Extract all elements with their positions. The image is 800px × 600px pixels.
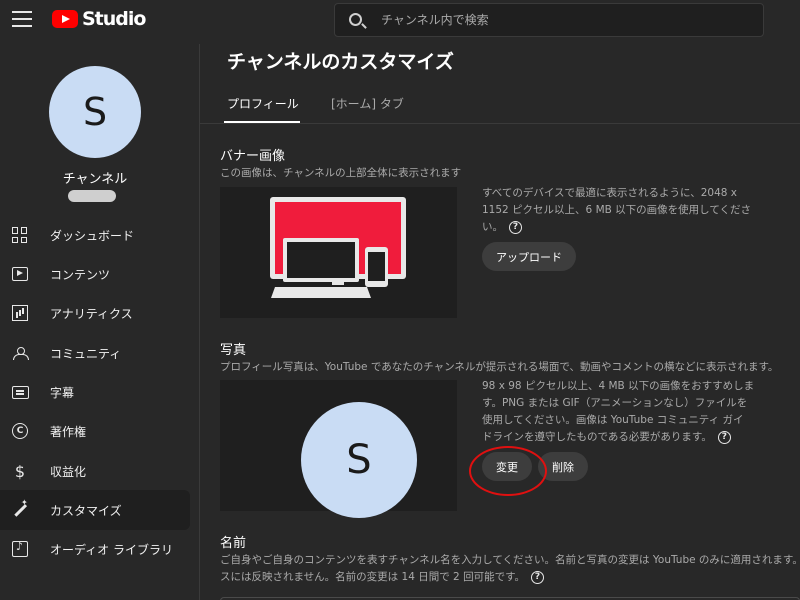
sidebar-item-label: 著作権 xyxy=(50,424,87,439)
menu-icon[interactable] xyxy=(12,11,32,29)
community-icon xyxy=(11,344,29,362)
name-section-description-2: スには反映されません。名前の変更は 14 日間で 2 回可能です。? xyxy=(220,569,545,584)
photo-help-line: ドラインを遵守したものである必要があります。? xyxy=(482,429,782,446)
subtitles-icon xyxy=(11,383,29,401)
sidebar-item-customization[interactable]: カスタマイズ xyxy=(0,490,190,530)
content-icon xyxy=(11,265,29,283)
youtube-studio-logo[interactable]: Studio xyxy=(52,8,146,30)
sidebar-item-community[interactable]: コミュニティ xyxy=(0,333,190,373)
main-content: チャンネルのカスタマイズ プロフィール [ホーム] タブ バナー画像 この画像は… xyxy=(200,44,800,600)
photo-section-description: プロフィール写真は、YouTube であなたのチャンネルが提示される場面で、動画… xyxy=(220,361,779,373)
search-bar[interactable] xyxy=(334,3,764,37)
sidebar-item-monetization[interactable]: $ 収益化 xyxy=(0,451,190,491)
search-input[interactable] xyxy=(381,4,751,36)
help-icon[interactable]: ? xyxy=(531,570,545,584)
monetization-icon: $ xyxy=(14,461,26,481)
device-illustration-icon xyxy=(270,197,406,298)
sidebar-item-copyright[interactable]: C 著作権 xyxy=(0,411,190,451)
tabs-divider xyxy=(200,123,800,124)
channel-handle-redacted xyxy=(68,190,116,202)
channel-label: チャンネル xyxy=(62,172,128,187)
sidebar-item-label: コンテンツ xyxy=(50,267,111,282)
name-section-description: ご自身やご自身のコンテンツを表すチャンネル名を入力してください。名前と写真の変更… xyxy=(220,554,800,566)
audio-library-icon xyxy=(11,540,29,558)
customization-icon xyxy=(11,498,29,519)
photo-preview: S xyxy=(220,380,457,518)
help-icon[interactable]: ? xyxy=(509,220,522,234)
banner-section-title: バナー画像 xyxy=(220,149,286,164)
banner-help-line: い。? xyxy=(482,219,782,236)
banner-help-line: すべてのデバイスで最適に表示されるように、2048 x xyxy=(482,187,737,199)
copyright-icon: C xyxy=(11,422,29,440)
page-title: チャンネルのカスタマイズ xyxy=(227,51,454,73)
sidebar-item-analytics[interactable]: アナリティクス xyxy=(0,293,190,333)
banner-section-description: この画像は、チャンネルの上部全体に表示されます xyxy=(220,167,462,179)
sidebar-item-label: 収益化 xyxy=(50,464,87,479)
tab-home[interactable]: [ホーム] タブ xyxy=(331,95,404,112)
sidebar-item-dashboard[interactable]: ダッシュボード xyxy=(0,215,190,255)
sidebar-item-subtitles[interactable]: 字幕 xyxy=(0,372,190,412)
sidebar-item-label: アナリティクス xyxy=(50,306,133,321)
sidebar-item-content[interactable]: コンテンツ xyxy=(0,254,190,294)
logo-text: Studio xyxy=(82,8,146,30)
sidebar: S チャンネル ダッシュボード コンテンツ アナリティクス コミュニティ 字幕 … xyxy=(0,44,200,600)
photo-section-title: 写真 xyxy=(220,343,247,358)
dashboard-icon xyxy=(11,226,29,244)
photo-help-line: 使用してください。画像は YouTube コミュニティ ガイ xyxy=(482,414,744,426)
tab-profile[interactable]: プロフィール xyxy=(227,95,299,112)
analytics-icon xyxy=(11,304,29,322)
sidebar-item-audio-library[interactable]: オーディオ ライブラリ xyxy=(0,529,190,569)
search-icon[interactable] xyxy=(349,13,362,26)
upload-banner-button[interactable]: アップロード xyxy=(482,242,576,271)
banner-help-line: 1152 ピクセル以上、6 MB 以下の画像を使用してくださ xyxy=(482,204,752,216)
help-icon[interactable]: ? xyxy=(717,430,731,444)
sidebar-item-label: コミュニティ xyxy=(50,346,122,361)
annotation-circle xyxy=(469,446,547,496)
banner-preview xyxy=(220,187,457,318)
photo-help-line: す。PNG または GIF（アニメーションなし）ファイルを xyxy=(482,397,748,409)
photo-help-line: 98 x 98 ピクセル以上、4 MB 以下の画像をおすすめしま xyxy=(482,380,755,392)
sidebar-item-label: 字幕 xyxy=(50,385,75,400)
youtube-play-icon xyxy=(52,10,78,28)
sidebar-item-label: オーディオ ライブラリ xyxy=(50,542,173,557)
channel-avatar[interactable]: S xyxy=(49,66,141,158)
profile-avatar: S xyxy=(301,402,417,518)
photo-help-text: 98 x 98 ピクセル以上、4 MB 以下の画像をおすすめしま す。PNG ま… xyxy=(482,378,782,446)
name-section-title: 名前 xyxy=(220,536,247,551)
sidebar-item-label: カスタマイズ xyxy=(50,503,122,518)
banner-help-text: すべてのデバイスで最適に表示されるように、2048 x 1152 ピクセル以上、… xyxy=(482,185,782,236)
sidebar-item-label: ダッシュボード xyxy=(50,228,135,243)
top-bar: Studio xyxy=(0,0,800,44)
